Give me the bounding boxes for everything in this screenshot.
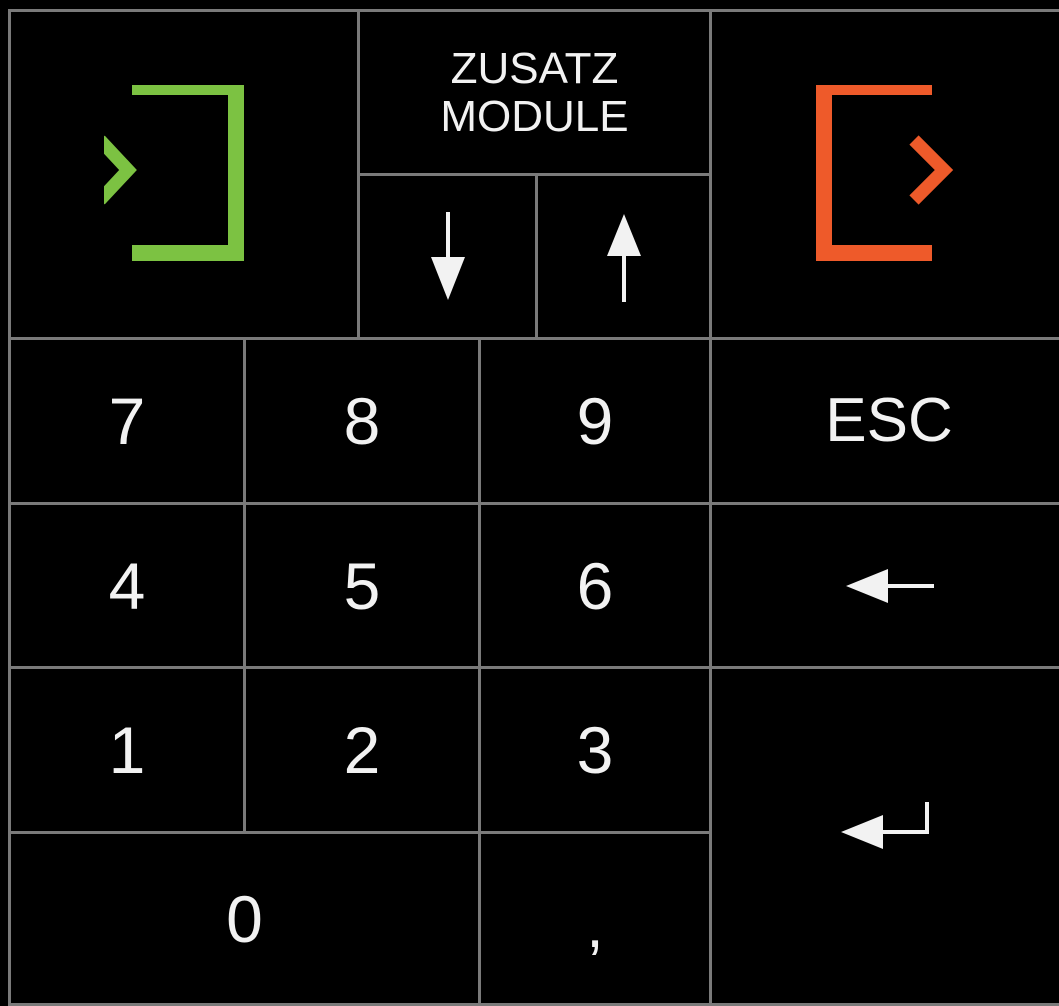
- key-6-label: 6: [576, 548, 614, 623]
- key-0-label: 0: [226, 881, 263, 956]
- key-4-label: 4: [108, 548, 146, 623]
- key-2[interactable]: 2: [243, 666, 481, 834]
- key-comma[interactable]: ,: [478, 831, 712, 1006]
- key-2-label: 2: [343, 713, 381, 787]
- esc-button[interactable]: ESC: [709, 337, 1059, 505]
- zusatz-line2: MODULE: [440, 91, 629, 141]
- key-4[interactable]: 4: [8, 502, 246, 669]
- key-1-label: 1: [108, 713, 146, 787]
- key-1[interactable]: 1: [8, 666, 246, 834]
- enter-button[interactable]: [709, 666, 1059, 1006]
- login-icon: [104, 84, 264, 265]
- esc-label: ESC: [825, 386, 953, 455]
- key-6[interactable]: 6: [478, 502, 712, 669]
- scroll-up-button[interactable]: [535, 173, 712, 340]
- key-9-label: 9: [576, 384, 614, 458]
- key-9[interactable]: 9: [478, 337, 712, 505]
- key-8-label: 8: [343, 384, 381, 458]
- enter-return-icon: [839, 798, 939, 858]
- key-7-label: 7: [108, 384, 146, 458]
- zusatz-module-label: ZUSATZ MODULE: [440, 45, 628, 140]
- key-3-label: 3: [576, 713, 614, 787]
- arrow-up-icon: [604, 212, 644, 302]
- zusatz-line1: ZUSATZ: [450, 43, 619, 93]
- logout-button[interactable]: [709, 9, 1059, 340]
- arrow-down-icon: [428, 211, 468, 302]
- key-5[interactable]: 5: [243, 502, 481, 669]
- login-button[interactable]: [8, 9, 360, 340]
- key-comma-label: ,: [586, 891, 604, 961]
- key-8[interactable]: 8: [243, 337, 481, 505]
- key-3[interactable]: 3: [478, 666, 712, 834]
- numeric-keypad: ZUSATZ MODULE 7 8 9 ESC 4 5 6 1 2 3 0 ,: [0, 0, 1059, 1006]
- key-5-label: 5: [343, 548, 381, 623]
- key-7[interactable]: 7: [8, 337, 246, 505]
- arrow-left-icon: [844, 566, 934, 606]
- key-0[interactable]: 0: [8, 831, 481, 1006]
- logout-icon: [804, 84, 974, 265]
- scroll-down-button[interactable]: [357, 173, 538, 340]
- backspace-button[interactable]: [709, 502, 1059, 669]
- zusatz-module-button[interactable]: ZUSATZ MODULE: [357, 9, 712, 176]
